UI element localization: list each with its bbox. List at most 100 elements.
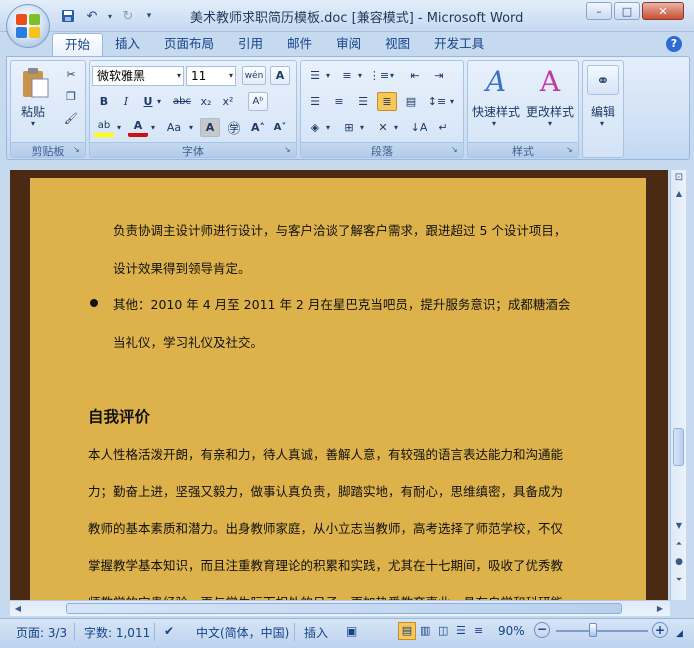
ruler-toggle-icon[interactable]: ⊡	[671, 170, 687, 186]
document-page[interactable]: 负责协调主设计师进行设计，与客户洽谈了解客户需求，跟进超过 5 个设计项目， 设…	[30, 178, 646, 600]
superscript-icon[interactable]: x²	[218, 92, 238, 111]
align-right-icon[interactable]: ☰	[353, 92, 373, 111]
borders-icon[interactable]: ⊞	[339, 118, 359, 137]
vertical-scroll-thumb[interactable]	[673, 428, 684, 466]
change-styles-icon[interactable]: A	[532, 63, 568, 99]
borders-dropdown-icon[interactable]: ▾	[357, 118, 367, 137]
font-name-combo[interactable]: 微软雅黑 ▾	[92, 66, 184, 86]
resize-grip-icon[interactable]: ◢	[676, 629, 683, 639]
show-marks-icon[interactable]: ↵	[433, 118, 453, 137]
text-highlight-icon[interactable]: ab	[94, 118, 114, 137]
clipboard-launcher-icon[interactable]: ↘	[73, 145, 83, 155]
chinese-layout-icon[interactable]: ✕	[373, 118, 393, 137]
editing-dropdown-icon[interactable]: ▾	[600, 119, 604, 128]
distributed-icon[interactable]: ▤	[401, 92, 421, 111]
scroll-up-icon[interactable]: ▲	[671, 186, 687, 202]
bullets-icon[interactable]: ☰	[305, 66, 325, 85]
scroll-right-icon[interactable]: ▶	[652, 601, 668, 617]
shading-dropdown-icon[interactable]: ▾	[323, 118, 333, 137]
character-shading-icon[interactable]: A	[200, 118, 220, 137]
decrease-indent-icon[interactable]: ⇤	[405, 66, 425, 85]
zoom-slider-track[interactable]	[556, 630, 648, 632]
outline-view-icon[interactable]: ☰	[456, 624, 466, 637]
bold-icon[interactable]: B	[94, 92, 114, 111]
document-area[interactable]: 负责协调主设计师进行设计，与客户洽谈了解客户需求，跟进超过 5 个设计项目， 设…	[10, 170, 668, 600]
print-layout-icon[interactable]: ▤	[398, 622, 416, 640]
justify-icon[interactable]: ≣	[377, 92, 397, 111]
paragraph-launcher-icon[interactable]: ↘	[451, 145, 461, 155]
undo-icon[interactable]: ↶	[82, 7, 102, 25]
scroll-left-icon[interactable]: ◀	[10, 601, 26, 617]
numbering-dropdown-icon[interactable]: ▾	[355, 66, 365, 85]
grow-font-icon[interactable]: A˄	[248, 118, 268, 137]
maximize-button[interactable]: □	[614, 2, 640, 20]
zoom-in-button[interactable]: +	[652, 622, 668, 638]
shading-icon[interactable]: ◈	[305, 118, 325, 137]
find-binoculars-icon[interactable]: ⚭	[587, 65, 619, 95]
change-styles-dropdown-icon[interactable]: ▾	[548, 119, 552, 128]
tab-review[interactable]: 审阅	[324, 33, 373, 57]
chinese-layout-dropdown-icon[interactable]: ▾	[391, 118, 401, 137]
vertical-scrollbar[interactable]: ⊡ ▲ ▼ ⏶ ● ⏷	[670, 170, 686, 600]
previous-page-icon[interactable]: ⏶	[671, 536, 687, 552]
proofing-icon[interactable]: ✔	[164, 624, 174, 638]
clear-formatting-icon[interactable]: Aᵇ	[248, 92, 268, 111]
numbering-icon[interactable]: ≡	[337, 66, 357, 85]
horizontal-scrollbar[interactable]: ◀ ▶	[10, 600, 670, 616]
zoom-out-button[interactable]: −	[534, 622, 550, 638]
macro-recording-icon[interactable]: ▣	[346, 624, 357, 638]
change-styles-label[interactable]: 更改样式	[526, 103, 574, 120]
word-count[interactable]: 字数: 1,011	[84, 624, 150, 641]
line-spacing-dropdown-icon[interactable]: ▾	[447, 92, 457, 111]
customize-qat-icon[interactable]: ▾	[142, 7, 156, 25]
minimize-button[interactable]: –	[586, 2, 612, 20]
tab-mailings[interactable]: 邮件	[275, 33, 324, 57]
paste-dropdown-icon[interactable]: ▾	[31, 119, 35, 128]
multilevel-list-icon[interactable]: ⋮≡	[369, 66, 389, 85]
shrink-font-icon[interactable]: A˅	[270, 118, 290, 137]
save-icon[interactable]	[58, 7, 78, 25]
tab-references[interactable]: 引用	[226, 33, 275, 57]
align-left-icon[interactable]: ☰	[305, 92, 325, 111]
font-size-dropdown-icon[interactable]: ▾	[229, 67, 233, 85]
strikethrough-icon[interactable]: abc	[170, 92, 194, 111]
paste-icon[interactable]	[17, 65, 53, 101]
change-case-icon[interactable]: Aa	[162, 118, 186, 137]
change-case-dropdown-icon[interactable]: ▾	[186, 118, 196, 137]
quick-styles-icon[interactable]: A	[478, 63, 514, 99]
draft-view-icon[interactable]: ≡	[474, 624, 483, 637]
editing-label[interactable]: 编辑	[591, 103, 615, 120]
full-screen-reading-icon[interactable]: ▥	[420, 624, 430, 637]
character-border-icon[interactable]: A	[270, 66, 290, 85]
quick-styles-label[interactable]: 快速样式	[472, 103, 520, 120]
language-indicator[interactable]: 中文(简体，中国)	[196, 624, 289, 641]
font-color-dropdown-icon[interactable]: ▾	[148, 118, 158, 137]
increase-indent-icon[interactable]: ⇥	[429, 66, 449, 85]
close-button[interactable]: ✕	[642, 2, 684, 20]
page-indicator[interactable]: 页面: 3/3	[16, 624, 67, 641]
zoom-slider-thumb[interactable]	[589, 623, 597, 637]
bullets-dropdown-icon[interactable]: ▾	[323, 66, 333, 85]
horizontal-scroll-thumb[interactable]	[66, 603, 622, 614]
zoom-level[interactable]: 90%	[498, 624, 525, 638]
font-color-icon[interactable]: A	[128, 118, 148, 137]
font-launcher-icon[interactable]: ↘	[284, 145, 294, 155]
tab-developer[interactable]: 开发工具	[422, 33, 496, 57]
subscript-icon[interactable]: x₂	[196, 92, 216, 111]
undo-dropdown-icon[interactable]: ▾	[106, 7, 114, 25]
font-name-dropdown-icon[interactable]: ▾	[177, 67, 181, 85]
tab-page-layout[interactable]: 页面布局	[152, 33, 226, 57]
highlight-dropdown-icon[interactable]: ▾	[114, 118, 124, 137]
quick-styles-dropdown-icon[interactable]: ▾	[492, 119, 496, 128]
multilevel-dropdown-icon[interactable]: ▾	[387, 66, 397, 85]
next-page-icon[interactable]: ⏷	[671, 572, 687, 588]
select-browse-object-icon[interactable]: ●	[671, 554, 687, 570]
italic-icon[interactable]: I	[116, 92, 136, 111]
office-button[interactable]	[6, 4, 50, 48]
cut-icon[interactable]: ✂	[61, 65, 81, 84]
scroll-down-icon[interactable]: ▼	[671, 518, 687, 534]
font-size-combo[interactable]: 11 ▾	[186, 66, 236, 86]
tab-insert[interactable]: 插入	[103, 33, 152, 57]
format-painter-icon[interactable]: 🖌	[61, 109, 81, 128]
help-icon[interactable]: ?	[666, 36, 682, 52]
